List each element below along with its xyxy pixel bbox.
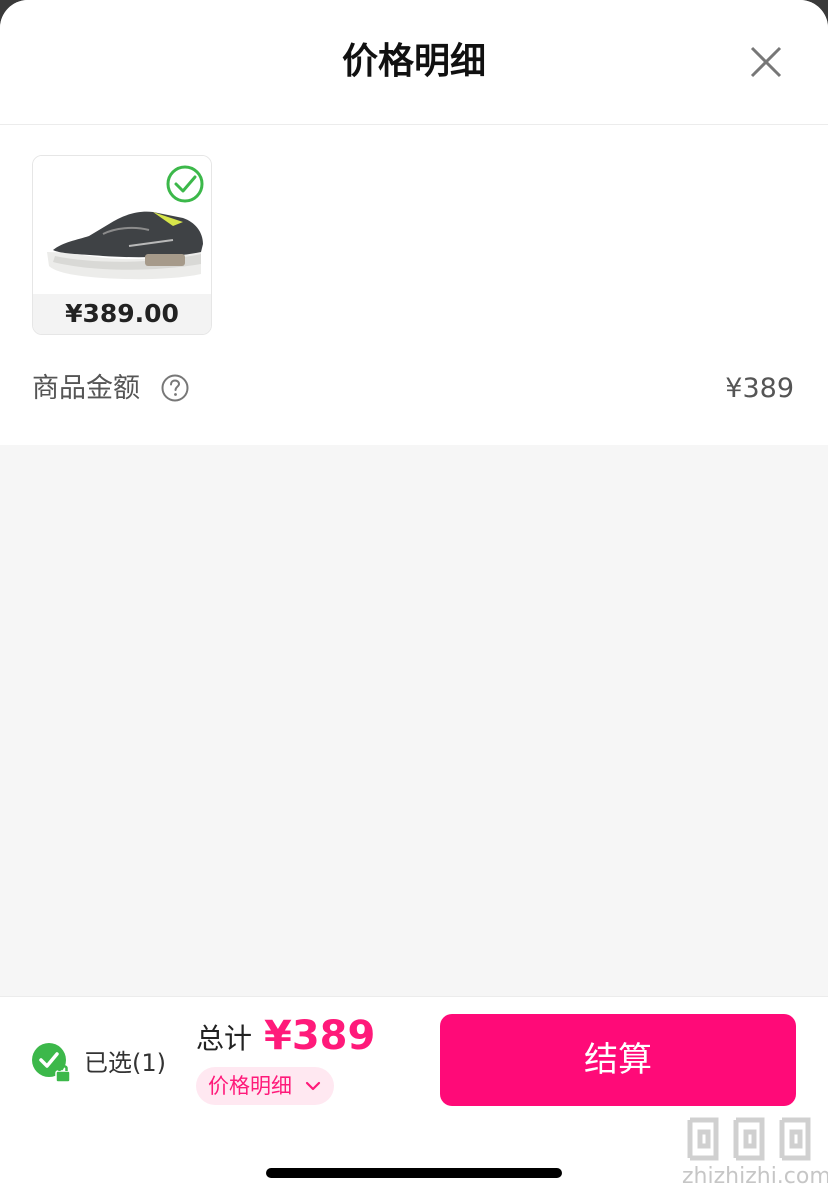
sheet-title: 价格明细 — [341, 41, 486, 82]
amount-value: ¥389 — [725, 373, 794, 404]
help-circle-icon[interactable] — [160, 373, 190, 403]
price-detail-sheet: 价格明细 ¥389.00 商品金额 ¥389 已选(1) 总计 ¥389 价格明… — [0, 0, 828, 1196]
lock-check-icon — [32, 1043, 71, 1083]
check-circle-icon — [166, 165, 204, 203]
product-price: ¥389.00 — [33, 294, 211, 334]
sheet-header: 价格明细 — [0, 0, 828, 125]
price-detail-label: 价格明细 — [208, 1074, 292, 1098]
chevron-down-icon — [305, 1081, 321, 1091]
watermark-text: zhizhizhi.com — [682, 1164, 828, 1189]
watermark: zhizhizhi.com — [682, 1112, 828, 1196]
close-icon[interactable] — [744, 40, 788, 84]
amount-row: 商品金额 ¥389 — [32, 367, 796, 411]
price-detail-toggle[interactable]: 价格明细 — [196, 1067, 334, 1105]
price-content: ¥389.00 商品金额 ¥389 — [0, 125, 828, 445]
total-value: ¥389 — [264, 1013, 376, 1059]
selected-count: 已选(1) — [84, 1049, 166, 1077]
total-label: 总计 — [196, 1022, 253, 1055]
product-card[interactable]: ¥389.00 — [32, 155, 212, 335]
select-all-toggle[interactable]: 已选(1) — [30, 1041, 180, 1085]
watermark-logo — [687, 1117, 811, 1161]
home-indicator — [266, 1168, 562, 1178]
amount-label: 商品金额 — [32, 373, 140, 404]
checkout-button[interactable]: 结算 — [440, 1014, 796, 1106]
